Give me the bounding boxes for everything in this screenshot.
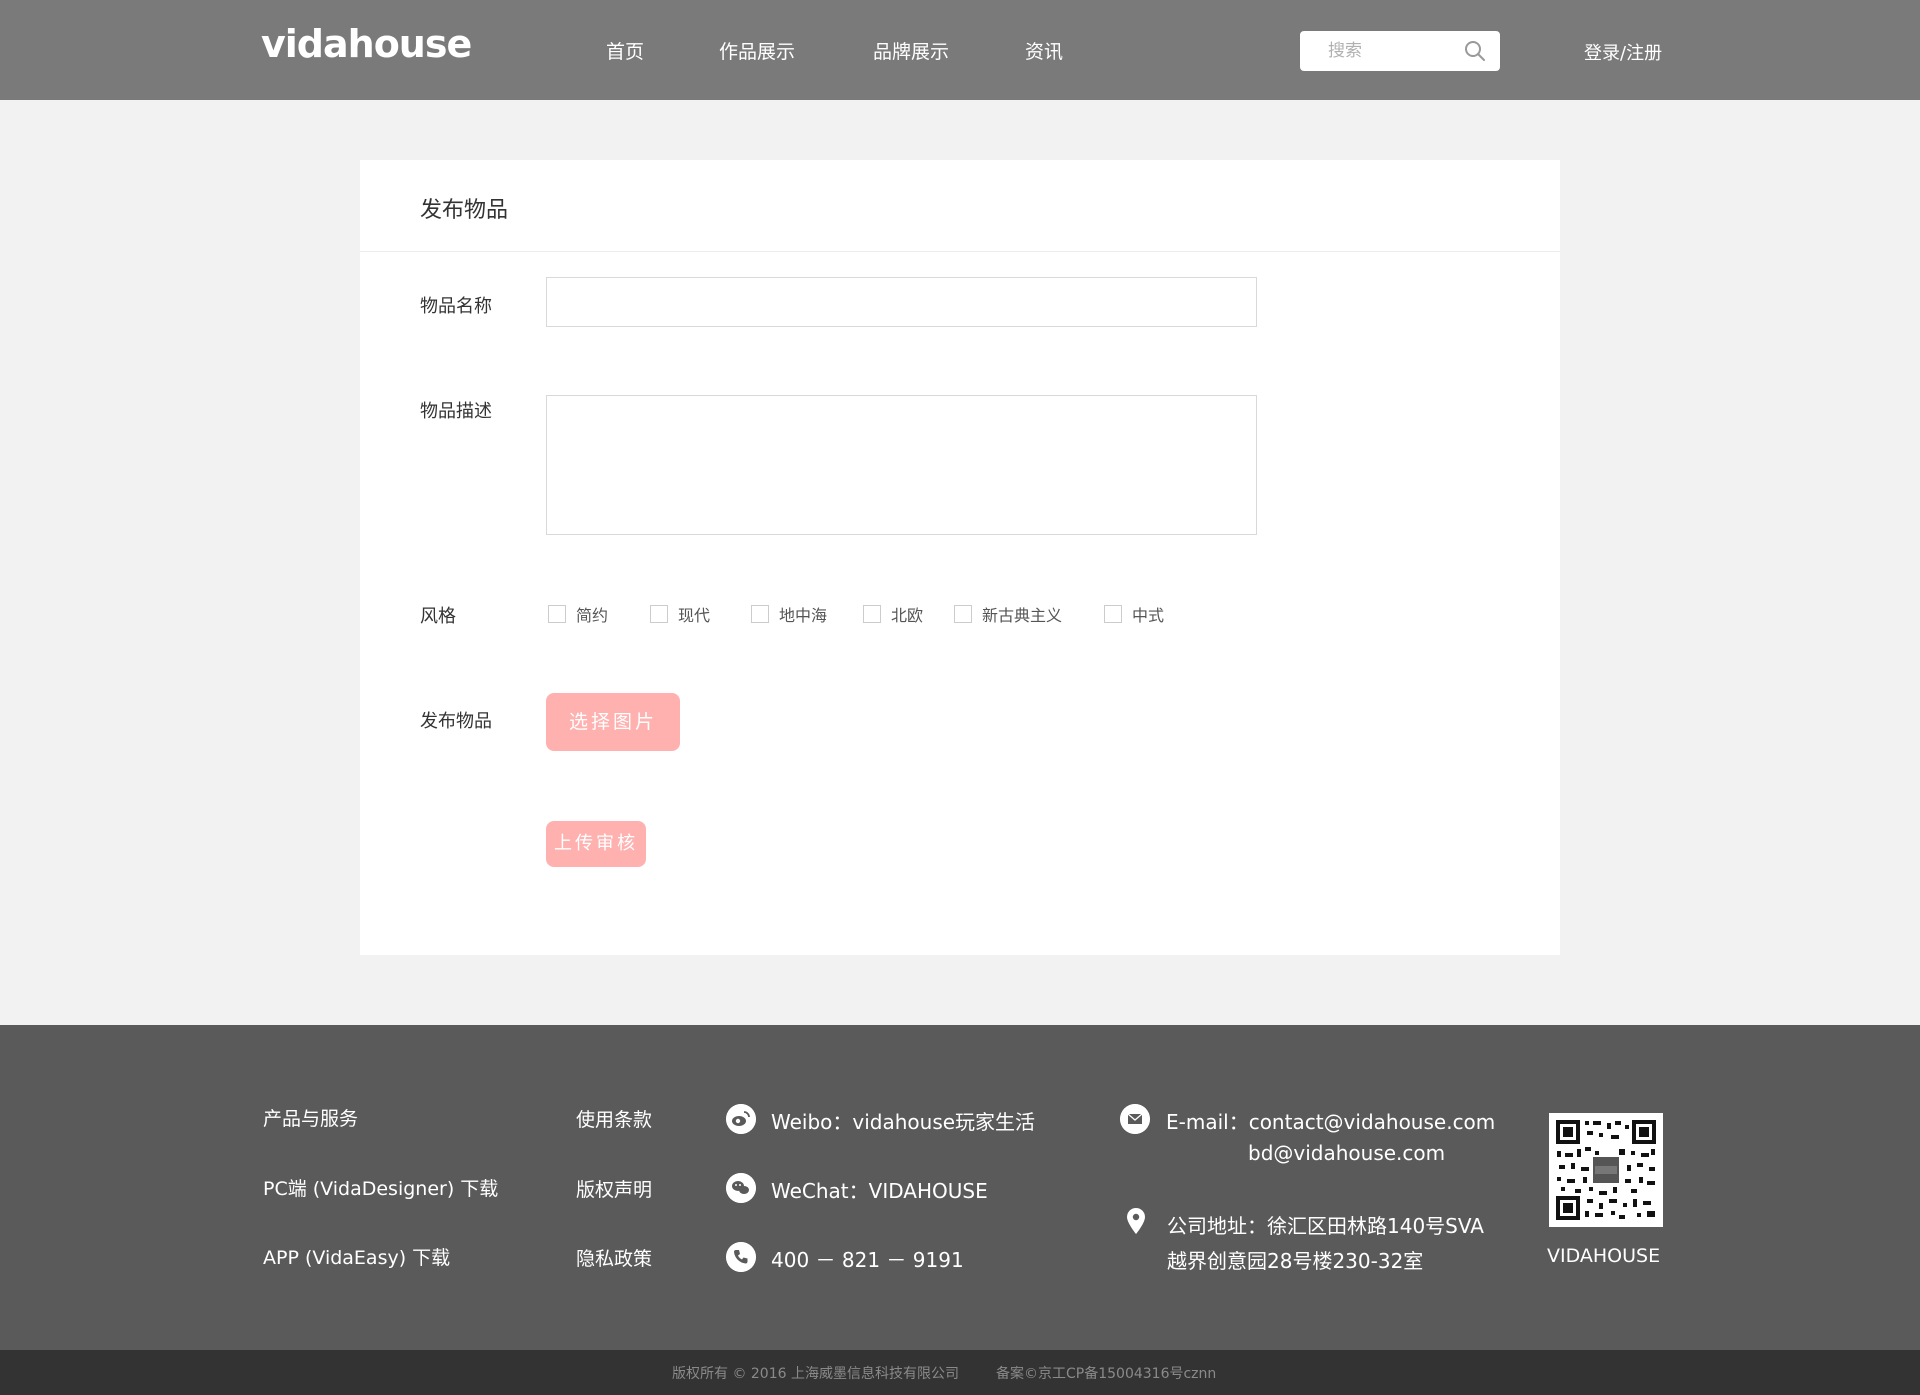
- copyright-text: 版权所有 © 2016 上海威墨信息科技有限公司: [672, 1366, 959, 1382]
- footer-products-services[interactable]: 产品与服务: [263, 1104, 358, 1131]
- checkbox[interactable]: [1104, 605, 1122, 623]
- choose-image-button[interactable]: 选择图片: [546, 693, 680, 751]
- mail-icon[interactable]: [1120, 1104, 1150, 1134]
- icp-record-text: 备案©京工CP备15004316号cznn: [996, 1366, 1217, 1382]
- checkbox[interactable]: [751, 605, 769, 623]
- style-option-label: 现代: [678, 606, 711, 625]
- upload-review-button[interactable]: 上传审核: [546, 821, 646, 867]
- footer-phone: 400 － 821 － 9191: [771, 1248, 964, 1272]
- qr-label: VIDAHOUSE: [1547, 1245, 1661, 1267]
- footer-privacy[interactable]: 隐私政策: [576, 1244, 652, 1271]
- nav-works[interactable]: 作品展示: [719, 37, 795, 64]
- search-box: [1300, 31, 1500, 71]
- footer-address-line2: 越界创意园28号楼230-32室: [1167, 1249, 1424, 1273]
- style-option-nordic[interactable]: 北欧: [863, 602, 923, 626]
- item-name-input[interactable]: [546, 277, 1257, 327]
- footer-weibo: Weibo：vidahouse玩家生活: [771, 1110, 1036, 1134]
- search-icon[interactable]: [1464, 40, 1486, 62]
- style-option-label: 地中海: [779, 606, 828, 625]
- checkbox[interactable]: [863, 605, 881, 623]
- nav-news[interactable]: 资讯: [1025, 37, 1063, 64]
- footer-terms[interactable]: 使用条款: [576, 1105, 652, 1132]
- style-option-label: 简约: [576, 606, 609, 625]
- qr-code: [1549, 1113, 1663, 1227]
- item-name-label: 物品名称: [420, 296, 492, 317]
- item-desc-textarea[interactable]: [546, 395, 1257, 535]
- login-register-link[interactable]: 登录/注册: [1584, 39, 1662, 65]
- top-navbar: vidahouse 首页 作品展示 品牌展示 资讯 登录/注册: [0, 0, 1920, 100]
- footer-copyright-notice[interactable]: 版权声明: [576, 1175, 652, 1202]
- footer-wechat: WeChat：VIDAHOUSE: [771, 1179, 988, 1203]
- search-input[interactable]: [1314, 31, 1464, 71]
- style-option-label: 中式: [1132, 606, 1165, 625]
- item-desc-label: 物品描述: [420, 401, 492, 422]
- page-title: 发布物品: [420, 198, 509, 223]
- wechat-icon[interactable]: [726, 1173, 756, 1203]
- style-option-minimal[interactable]: 简约: [548, 602, 608, 626]
- nav-home[interactable]: 首页: [606, 37, 644, 64]
- weibo-icon[interactable]: [726, 1104, 756, 1134]
- phone-icon[interactable]: [726, 1242, 756, 1272]
- footer: 产品与服务 PC端 (VidaDesigner) 下载 APP (VidaEas…: [0, 1025, 1920, 1350]
- publish-form-card: 发布物品 物品名称 物品描述 风格 简约 现代 地中海 北欧 新古典主义 中式 …: [360, 160, 1560, 955]
- style-label: 风格: [420, 606, 456, 627]
- site-logo[interactable]: vidahouse: [261, 22, 472, 66]
- copyright-bar: 版权所有 © 2016 上海威墨信息科技有限公司 备案©京工CP备1500431…: [0, 1350, 1920, 1395]
- publish-item-label: 发布物品: [420, 711, 492, 732]
- footer-address-line1: 公司地址：徐汇区田林路140号SVA: [1167, 1214, 1484, 1238]
- checkbox[interactable]: [650, 605, 668, 623]
- style-option-neoclassical[interactable]: 新古典主义: [954, 602, 1062, 626]
- style-option-mediterranean[interactable]: 地中海: [751, 602, 827, 626]
- checkbox[interactable]: [548, 605, 566, 623]
- location-icon: [1127, 1208, 1145, 1234]
- style-option-label: 新古典主义: [982, 606, 1063, 625]
- footer-app-download[interactable]: APP (VidaEasy) 下载: [263, 1243, 450, 1270]
- footer-pc-download[interactable]: PC端 (VidaDesigner) 下载: [263, 1174, 498, 1201]
- nav-brands[interactable]: 品牌展示: [873, 37, 949, 64]
- footer-email-primary: E-mail：contact@vidahouse.com: [1166, 1110, 1496, 1134]
- checkbox[interactable]: [954, 605, 972, 623]
- divider: [360, 251, 1560, 252]
- style-option-label: 北欧: [891, 606, 924, 625]
- style-option-chinese[interactable]: 中式: [1104, 602, 1164, 626]
- footer-email-secondary: bd@vidahouse.com: [1248, 1141, 1446, 1165]
- style-option-modern[interactable]: 现代: [650, 602, 710, 626]
